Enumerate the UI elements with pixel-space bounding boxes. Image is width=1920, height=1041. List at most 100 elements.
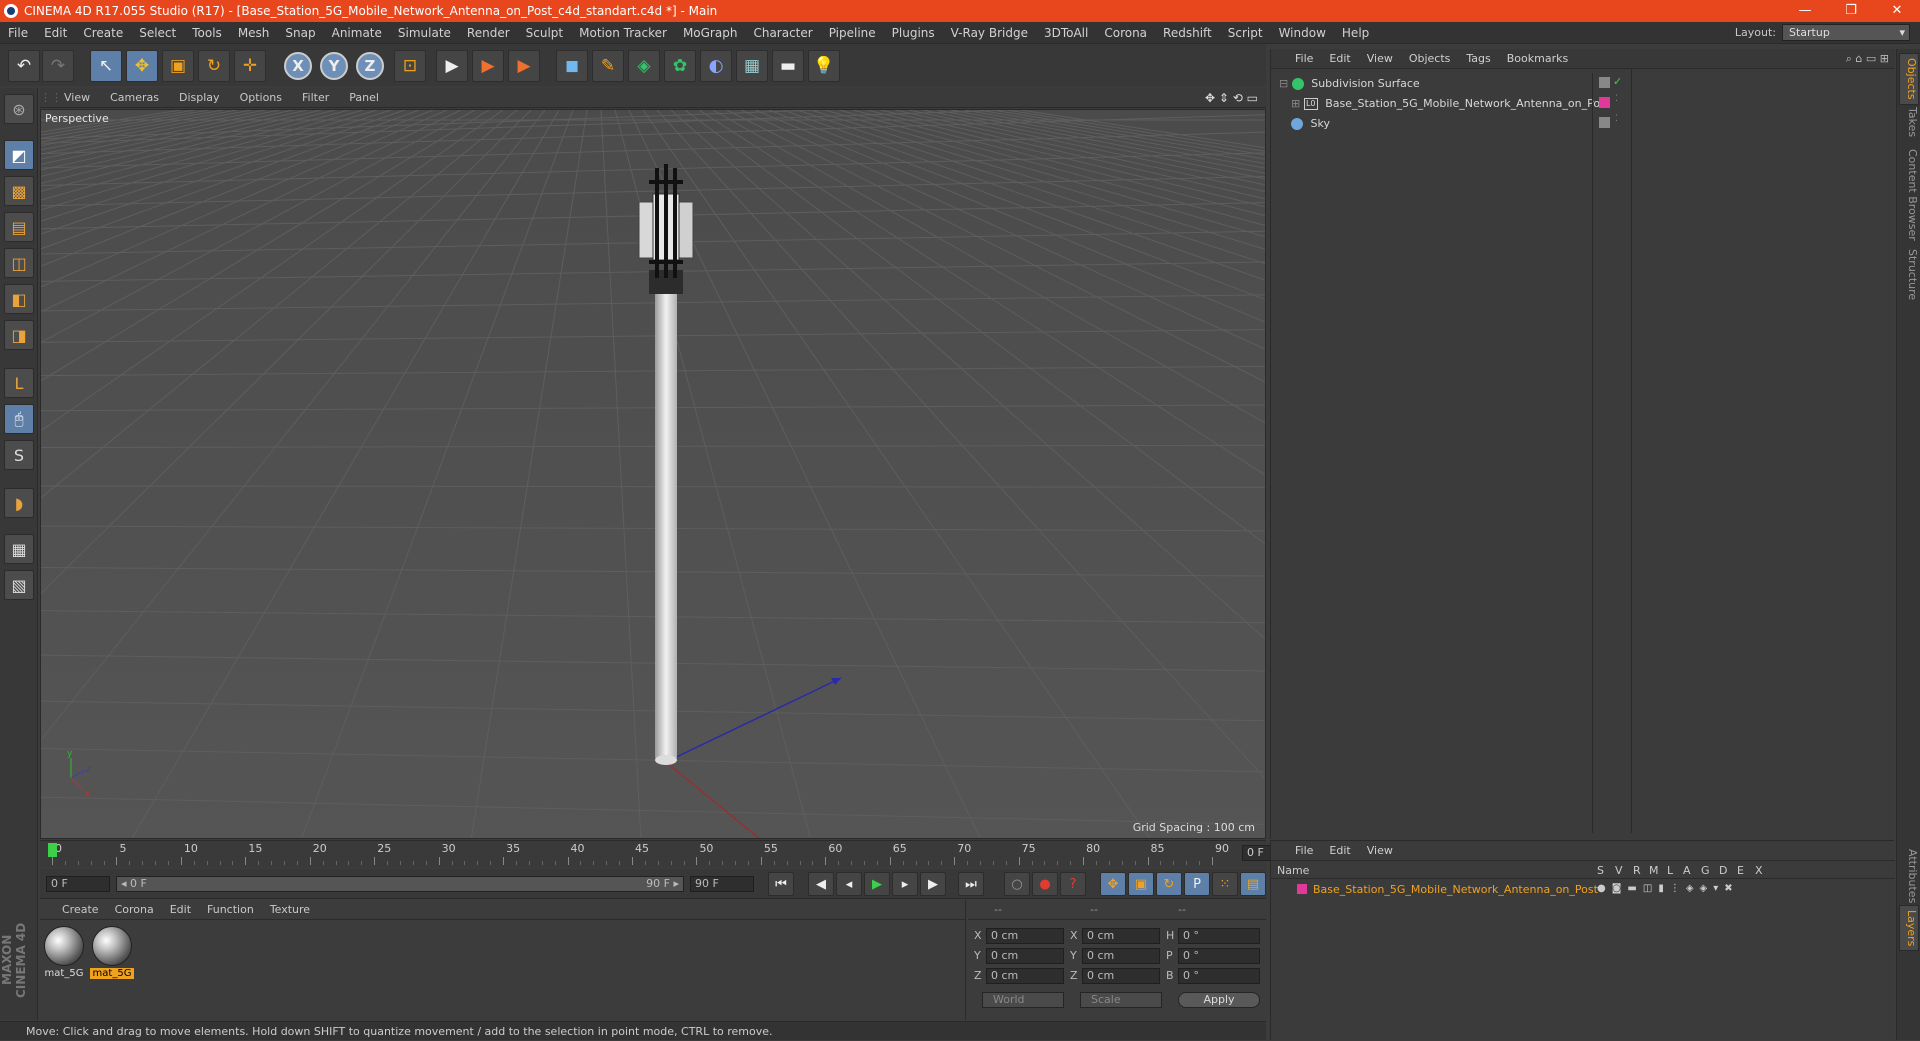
object-row-antenna[interactable]: ⊞ L0 Base_Station_5G_Mobile_Network_Ante… <box>1271 93 1895 113</box>
layer-row[interactable]: Base_Station_5G_Mobile_Network_Antenna_o… <box>1271 881 1895 899</box>
apply-button[interactable]: Apply <box>1178 992 1260 1008</box>
layer-col-locked[interactable]: L <box>1667 864 1673 877</box>
edges-mode-icon[interactable]: ◧ <box>4 284 34 314</box>
side-tab-attributes[interactable]: Attributes <box>1899 845 1919 907</box>
make-editable-icon[interactable]: ⊛ <box>4 94 34 124</box>
material-menu-corona[interactable]: Corona <box>107 903 162 916</box>
object-row-subdivision-surface[interactable]: ⊟ Subdivision Surface ✓ <box>1271 73 1895 93</box>
layers-menu-view[interactable]: View <box>1359 844 1401 857</box>
planar-workplane-icon[interactable]: ▧ <box>4 570 34 600</box>
texture-mode-icon[interactable]: ▩ <box>4 176 34 206</box>
scale-tool-icon[interactable]: ▣ <box>162 50 194 82</box>
render-settings-icon[interactable]: ▶ <box>508 50 540 82</box>
side-tab-takes[interactable]: Takes <box>1899 103 1919 141</box>
pos-x-field[interactable]: 0 cm <box>986 928 1064 944</box>
rot-b-field[interactable]: 0 ° <box>1178 968 1260 984</box>
viewport-menu-filter[interactable]: Filter <box>292 91 339 104</box>
redo-icon[interactable]: ↷ <box>42 50 74 82</box>
pos-z-field[interactable]: 0 cm <box>986 968 1064 984</box>
material-menu-function[interactable]: Function <box>199 903 262 916</box>
layer-color-tag[interactable] <box>1599 97 1610 108</box>
tree-collapse-icon[interactable]: ⊟ <box>1279 77 1288 90</box>
menu-corona[interactable]: Corona <box>1096 26 1155 40</box>
y-axis-lock-icon[interactable]: Y <box>320 52 348 80</box>
viewport-navigation-icons[interactable]: ✥ ⇕ ⟲ ▭ <box>1205 91 1266 105</box>
polygons-mode-icon[interactable]: ◨ <box>4 320 34 350</box>
cloner-icon[interactable]: ✿ <box>664 50 696 82</box>
menu-vray-bridge[interactable]: V-Ray Bridge <box>943 26 1036 40</box>
pen-spline-icon[interactable]: ✎ <box>592 50 624 82</box>
menu-mograph[interactable]: MoGraph <box>675 26 746 40</box>
light-icon[interactable]: 💡 <box>808 50 840 82</box>
side-tab-layers[interactable]: Layers <box>1899 905 1919 952</box>
maximize-button[interactable]: ❐ <box>1828 0 1874 22</box>
object-row-sky[interactable]: Sky ⁚ <box>1271 113 1895 133</box>
layer-col-view[interactable]: V <box>1615 864 1623 877</box>
objects-menu-objects[interactable]: Objects <box>1401 52 1459 65</box>
key-pla-button[interactable]: ⁙ <box>1212 872 1238 896</box>
playhead-marker[interactable] <box>48 843 57 857</box>
visibility-toggle-icon[interactable] <box>1599 77 1610 88</box>
next-frame-button[interactable]: ▸ <box>892 872 918 896</box>
size-mode-dropdown[interactable]: Scale <box>1080 992 1162 1008</box>
layer-col-xref[interactable]: X <box>1755 864 1763 877</box>
menu-tools[interactable]: Tools <box>184 26 230 40</box>
render-view-icon[interactable]: ▶ <box>436 50 468 82</box>
layer-col-solo[interactable]: S <box>1597 864 1604 877</box>
menu-plugins[interactable]: Plugins <box>884 26 943 40</box>
layer-col-expressions[interactable]: E <box>1737 864 1744 877</box>
select-tool-icon[interactable]: ↖ <box>90 50 122 82</box>
material-menu-texture[interactable]: Texture <box>262 903 318 916</box>
material-swatch-selected[interactable]: mat_5G <box>90 926 134 979</box>
coordinate-system-icon[interactable]: ⊡ <box>394 50 426 82</box>
side-tab-structure[interactable]: Structure <box>1899 245 1919 304</box>
menu-motion-tracker[interactable]: Motion Tracker <box>571 26 675 40</box>
menu-character[interactable]: Character <box>745 26 820 40</box>
play-button[interactable]: ▶ <box>864 872 890 896</box>
layer-col-name[interactable]: Name <box>1277 864 1309 877</box>
layout-select[interactable]: Startup <box>1782 24 1910 41</box>
visibility-dots-icon[interactable]: ⁚ <box>1615 94 1618 104</box>
record-keys-button[interactable]: ○ <box>1004 872 1030 896</box>
menu-help[interactable]: Help <box>1334 26 1377 40</box>
goto-end-button[interactable]: ⏭ <box>958 872 984 896</box>
layer-col-deformers[interactable]: D <box>1719 864 1727 877</box>
z-axis-lock-icon[interactable]: Z <box>356 52 384 80</box>
layer-col-manager[interactable]: M <box>1649 864 1659 877</box>
objects-menu-tags[interactable]: Tags <box>1458 52 1498 65</box>
timeline-ruler[interactable]: 0 5 10 15 20 25 30 35 40 45 50 55 60 65 70 75 80 85 90 0 F <box>40 840 1304 868</box>
axis-mode-icon[interactable]: L <box>4 368 34 398</box>
viewport-menu-panel[interactable]: Panel <box>339 91 389 104</box>
layers-menu-edit[interactable]: Edit <box>1321 844 1358 857</box>
solo-mode-icon[interactable]: S <box>4 440 34 470</box>
menu-pipeline[interactable]: Pipeline <box>821 26 884 40</box>
material-swatch[interactable]: mat_5G <box>42 926 86 979</box>
viewport-camera-label[interactable]: Perspective <box>45 112 109 125</box>
size-y-field[interactable]: 0 cm <box>1082 948 1160 964</box>
key-scale-button[interactable]: ▣ <box>1128 872 1154 896</box>
menu-create[interactable]: Create <box>75 26 131 40</box>
tweak-mode-icon[interactable]: 🖰 <box>4 404 34 434</box>
render-picture-viewer-icon[interactable]: ▶ <box>472 50 504 82</box>
visibility-toggle-icon[interactable] <box>1599 117 1610 128</box>
model-mode-icon[interactable]: ◩ <box>4 140 34 170</box>
goto-start-button[interactable]: ⏮ <box>768 872 794 896</box>
end-frame-field[interactable]: 90 F <box>690 876 754 892</box>
layers-menu-file[interactable]: File <box>1287 844 1321 857</box>
rot-h-field[interactable]: 0 ° <box>1178 928 1260 944</box>
layer-col-animation[interactable]: A <box>1683 864 1691 877</box>
material-menu-create[interactable]: Create <box>54 903 107 916</box>
snap-icon[interactable]: ◗ <box>4 488 34 518</box>
live-selection-icon[interactable]: ✛ <box>234 50 266 82</box>
menu-mesh[interactable]: Mesh <box>230 26 278 40</box>
pos-y-field[interactable]: 0 cm <box>986 948 1064 964</box>
key-parameter-button[interactable]: P <box>1184 872 1210 896</box>
size-z-field[interactable]: 0 cm <box>1082 968 1160 984</box>
objects-menu-edit[interactable]: Edit <box>1321 52 1358 65</box>
coordinate-space-dropdown[interactable]: World <box>982 992 1064 1008</box>
previous-frame-button[interactable]: ◂ <box>836 872 862 896</box>
viewport-menu-view[interactable]: View <box>54 91 100 104</box>
layer-col-render[interactable]: R <box>1633 864 1641 877</box>
enabled-check-icon[interactable]: ✓ <box>1613 75 1622 88</box>
menu-window[interactable]: Window <box>1271 26 1334 40</box>
